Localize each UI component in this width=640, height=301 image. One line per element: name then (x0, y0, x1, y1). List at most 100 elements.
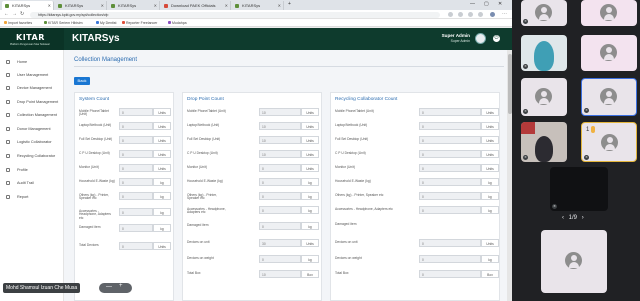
avatar[interactable] (475, 33, 486, 44)
bookmark-label: Reporter Freelancer (126, 20, 158, 25)
close-icon[interactable]: ✕ (48, 3, 51, 8)
count-input[interactable]: 0 (419, 164, 481, 172)
participant-tile[interactable] (581, 0, 637, 26)
sidebar-item-device-management[interactable]: Device Management (0, 82, 64, 94)
count-input[interactable]: 0 (119, 122, 153, 130)
sidebar-item-logistic-collaborator[interactable]: Logistic Collaborator (0, 136, 64, 148)
sidebar-item-label: Collection Management (17, 112, 57, 117)
count-input[interactable]: 10 (259, 136, 301, 144)
new-tab-icon[interactable]: + (288, 1, 291, 7)
browser-tab[interactable]: KITARSys ✕ (232, 1, 284, 10)
sidebar-item-drop-point-management[interactable]: Drop Point Management (0, 96, 64, 108)
count-input[interactable]: 0 (119, 242, 153, 250)
count-input[interactable]: 0 (419, 122, 481, 130)
close-window-button[interactable]: ✕ (498, 1, 502, 7)
count-input[interactable]: 0 (119, 150, 153, 158)
browser-tab[interactable]: KITARSys ✕ (55, 1, 107, 10)
participant-tile[interactable] (581, 35, 637, 71)
count-input[interactable]: 0 (119, 192, 153, 200)
count-input[interactable]: 0 (259, 222, 301, 230)
count-input[interactable]: 0 (259, 192, 301, 200)
close-icon[interactable]: ✕ (154, 3, 157, 8)
count-input[interactable]: 0 (259, 178, 301, 186)
count-field: Monitor (Unit) 0 Units (79, 164, 173, 174)
logout-icon[interactable]: ⏻ (493, 35, 500, 42)
count-input[interactable]: 0 (419, 108, 481, 116)
zoom-in-button[interactable]: + (119, 283, 123, 289)
count-input[interactable]: 0 (119, 136, 153, 144)
count-field: Accessories - Headphone, Adapters etc 0 kg (79, 208, 173, 220)
sidebar-item-user-management[interactable]: User Management (0, 69, 64, 81)
participant-tile-speaking[interactable]: 1 ✕ (581, 122, 637, 162)
scrollbar-thumb[interactable] (507, 54, 512, 114)
more-menu-icon[interactable]: ⋯ (502, 11, 507, 17)
sidebar-item-report[interactable]: Report (0, 191, 64, 203)
collections-icon[interactable] (478, 12, 483, 17)
field-label: Total Box (187, 270, 201, 275)
profile-avatar-icon[interactable] (490, 12, 495, 17)
participant-tile[interactable]: ✕ (521, 78, 567, 116)
count-input[interactable]: 0 (419, 150, 481, 158)
participant-video (534, 41, 554, 71)
maximize-button[interactable]: ▢ (484, 1, 489, 7)
address-bar[interactable]: https://kitarsys.kpkt.gov.my/spt/collect… (30, 11, 440, 18)
bookmark-item[interactable]: Import favorites (4, 21, 32, 25)
close-icon[interactable]: ✕ (225, 3, 228, 8)
count-input[interactable]: 10 (259, 270, 301, 278)
count-input[interactable]: 10 (259, 108, 301, 116)
count-input[interactable]: 0 (119, 178, 153, 186)
minimize-button[interactable]: — (470, 1, 475, 7)
favorites-icon[interactable] (468, 12, 473, 17)
count-input[interactable]: 0 (419, 270, 481, 278)
count-input[interactable]: 0 (419, 239, 481, 247)
count-input[interactable]: 0 (259, 164, 301, 172)
count-input[interactable]: 0 (419, 178, 481, 186)
browser-tab[interactable]: KITARSys ✕ (108, 1, 160, 10)
count-input[interactable]: 0 (119, 224, 153, 232)
browser-tab[interactable]: Download PAEK Officials ✕ (161, 1, 231, 10)
back-button[interactable]: Back (74, 77, 90, 85)
count-input[interactable]: 10 (259, 150, 301, 158)
browser-tab[interactable]: KITARSys ✕ (2, 1, 54, 10)
participant-video-tile[interactable]: ✕ (521, 35, 567, 71)
count-input[interactable]: 0 (119, 164, 153, 172)
zoom-out-button[interactable]: — (106, 284, 112, 290)
participant-tile[interactable]: ✕ (521, 0, 567, 26)
next-page-button[interactable]: › (582, 215, 584, 221)
close-icon[interactable]: ✕ (101, 3, 104, 8)
bookmark-item[interactable]: Reporter Freelancer (122, 21, 157, 25)
sidebar-item-home[interactable]: Home (0, 56, 64, 68)
sidebar-item-recycling-collaborator[interactable]: Recycling Collaborator (0, 150, 64, 162)
back-arrow-icon[interactable]: ← (4, 11, 9, 17)
sidebar-item-collection-management[interactable]: Collection Management (0, 109, 64, 121)
count-input[interactable]: 0 (259, 255, 301, 263)
count-input[interactable]: 0 (419, 192, 481, 200)
count-input[interactable]: 0 (119, 108, 153, 116)
count-input[interactable]: 0 (119, 208, 153, 216)
app-title: KITARSys (72, 33, 120, 44)
card-title: Recycling Collaborator Count (335, 97, 398, 102)
reload-icon[interactable]: ↻ (20, 11, 24, 17)
participant-tile[interactable] (541, 230, 607, 293)
sidebar-item-audit-trail[interactable]: Audit Trail (0, 177, 64, 189)
extension-icon[interactable] (458, 12, 463, 17)
sidebar-item-donor-management[interactable]: Donor Management (0, 123, 64, 135)
count-input[interactable]: 0 (419, 136, 481, 144)
count-input[interactable]: 0 (419, 206, 481, 214)
count-input[interactable]: 0 (419, 255, 481, 263)
prev-page-button[interactable]: ‹ (562, 215, 564, 221)
count-input[interactable]: 0 (259, 206, 301, 214)
participant-video-tile[interactable]: ✕ (521, 122, 567, 162)
count-input[interactable]: 30 (259, 239, 301, 247)
sidebar-item-profile[interactable]: Profile (0, 164, 64, 176)
unit-label: Units (481, 108, 499, 116)
count-input[interactable]: 10 (259, 122, 301, 130)
forward-arrow-icon[interactable]: → (12, 11, 17, 17)
close-icon[interactable]: ✕ (278, 3, 281, 8)
participant-tile[interactable]: ✕ (581, 78, 637, 116)
extension-icon[interactable] (448, 12, 453, 17)
bookmark-item[interactable]: My Dentist (96, 21, 117, 25)
participant-tile[interactable]: ✕ (550, 167, 608, 211)
bookmark-item[interactable]: Mudahpa (168, 21, 187, 25)
bookmark-item[interactable]: KITAR Seriem Hibisim (44, 21, 83, 25)
